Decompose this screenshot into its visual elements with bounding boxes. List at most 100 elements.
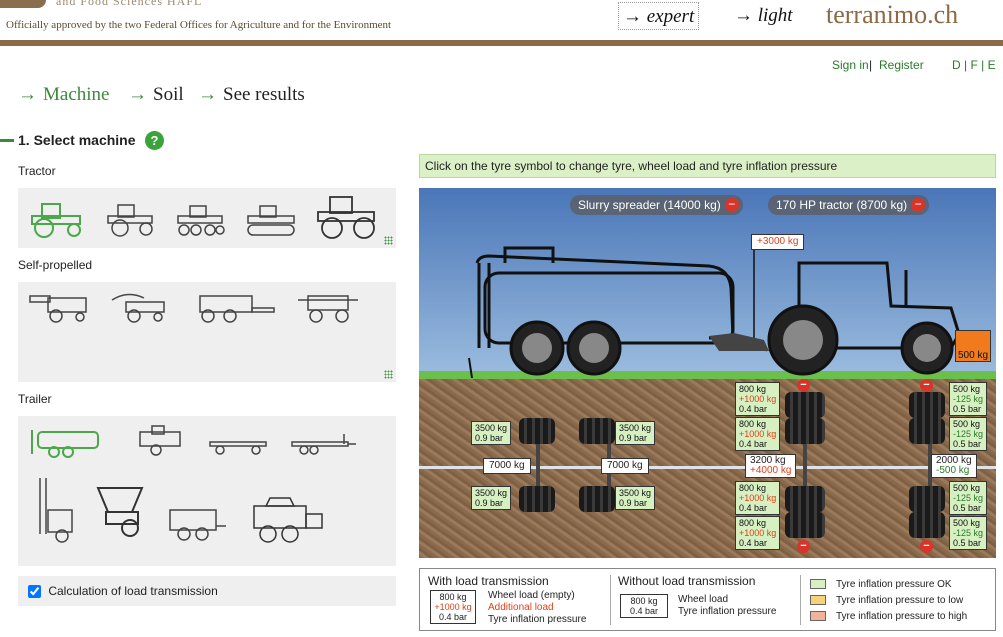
wheel-info-box[interactable]: 800 kg +1000 kg 0.4 bar: [735, 417, 781, 451]
ballast-weight[interactable]: 500 kg: [955, 330, 991, 362]
legend-example-with: 800 kg +1000 kg 0.4 bar: [430, 590, 476, 624]
wheel-info-box[interactable]: 800 kg +1000 kg 0.4 bar: [735, 382, 781, 416]
wheel-info-box[interactable]: 3500 kg 0.9 bar: [471, 421, 512, 445]
category-tractor-label: Tractor: [18, 164, 56, 178]
logo: [0, 0, 46, 8]
approval-note: Officially approved by the two Federal O…: [6, 19, 392, 31]
wheel-info-box[interactable]: 500 kg -125 kg 0.5 bar: [949, 481, 988, 515]
tractor-option-5[interactable]: [314, 194, 380, 240]
remove-tyre-icon[interactable]: −: [797, 540, 810, 553]
tractor-option-3[interactable]: [174, 204, 228, 238]
wheel-info-box[interactable]: 500 kg -125 kg 0.5 bar: [949, 382, 988, 416]
forklift-trailer-option[interactable]: [28, 474, 78, 544]
tipper-trailer-option[interactable]: [164, 504, 230, 544]
calc-load-transmission-checkbox[interactable]: [28, 585, 41, 599]
legend-without-text: Wheel load Tyre inflation pressure: [678, 594, 777, 617]
slurry-tanker-option[interactable]: [28, 426, 108, 460]
legend-high-text: Tyre inflation pressure to high: [836, 611, 968, 622]
beet-harvester-option[interactable]: [194, 290, 278, 324]
tractor-panel: [18, 188, 396, 248]
language-switcher[interactable]: D | F | E: [952, 58, 996, 72]
mode-light-link[interactable]: → light: [730, 2, 797, 30]
tractor-option-2[interactable]: [104, 202, 158, 238]
machine-label-tractor[interactable]: 170 HP tractor (8700 kg) −: [768, 195, 930, 215]
register-link[interactable]: Register: [879, 58, 924, 72]
arrow-right-icon: →: [128, 84, 147, 105]
brand-logo-text: terranimo.ch: [826, 0, 959, 29]
legend-with-title: With load transmission: [428, 574, 549, 588]
legend-low-text: Tyre inflation pressure to low: [836, 595, 964, 606]
instruction-banner: Click on the tyre symbol to change tyre,…: [419, 154, 996, 178]
category-trailer-label: Trailer: [18, 392, 52, 406]
remove-machine-icon[interactable]: −: [911, 198, 926, 212]
axle-load-box: 7000 kg: [601, 458, 649, 474]
self-propelled-panel: [18, 282, 396, 382]
wheel-info-box[interactable]: 3500 kg 0.9 bar: [471, 486, 512, 510]
legend-swatch-ok: [810, 579, 826, 589]
hopper-trailer-option[interactable]: [92, 480, 150, 540]
remove-machine-icon[interactable]: −: [724, 198, 739, 212]
nav-machine[interactable]: → Machine: [18, 84, 109, 106]
tyre-icon[interactable]: [909, 392, 945, 418]
signin-link[interactable]: Sign in: [832, 58, 869, 72]
tyre-icon[interactable]: [785, 418, 825, 444]
legend-ok-text: Tyre inflation pressure OK: [836, 579, 952, 590]
legend-example-without: 800 kg 0.4 bar: [620, 594, 668, 618]
legend-swatch-low: [810, 595, 826, 605]
section-marker: [0, 139, 14, 142]
forage-harvester-option[interactable]: [108, 290, 174, 324]
remove-tyre-icon[interactable]: −: [920, 379, 933, 392]
resize-grip-icon[interactable]: [384, 370, 393, 379]
machine-label-slurry-spreader[interactable]: Slurry spreader (14000 kg) −: [570, 195, 743, 215]
tractor-option-1[interactable]: [26, 200, 88, 238]
tyre-icon[interactable]: [579, 486, 615, 512]
tyre-icon[interactable]: [785, 392, 825, 418]
tyre-icon[interactable]: [519, 486, 555, 512]
legend-without-title: Without load transmission: [618, 574, 756, 588]
header-divider: [0, 40, 1003, 46]
wheel-info-box[interactable]: 800 kg +1000 kg 0.4 bar: [735, 516, 781, 550]
tyre-icon[interactable]: [909, 418, 945, 444]
long-trailer-option[interactable]: [288, 428, 358, 458]
axle-load-box: 3200 kg +4000 kg: [745, 454, 797, 478]
tyre-icon[interactable]: [579, 418, 615, 444]
machine-drawing: [468, 246, 961, 378]
wheel-info-box[interactable]: 500 kg -125 kg 0.5 bar: [949, 516, 988, 550]
tyre-icon[interactable]: [519, 418, 555, 444]
remove-tyre-icon[interactable]: −: [797, 379, 810, 392]
nav-soil[interactable]: → Soil: [128, 84, 184, 106]
wheel-info-box[interactable]: 500 kg -125 kg 0.5 bar: [949, 417, 988, 451]
legend-with-text: Wheel load (empty) Additional load Tyre in…: [488, 590, 587, 625]
arrow-right-icon: →: [18, 84, 37, 105]
help-icon[interactable]: ?: [145, 131, 164, 150]
tractor-option-4[interactable]: [244, 204, 300, 238]
resize-grip-icon[interactable]: [384, 236, 393, 245]
wheel-info-box[interactable]: 3500 kg 0.9 bar: [615, 421, 656, 445]
nav-results-label: See results: [223, 84, 305, 105]
sprayer-option[interactable]: [296, 290, 362, 324]
manure-spreader-option[interactable]: [246, 496, 326, 546]
header: and Food Sciences HAFL Officially approv…: [0, 0, 1003, 40]
wheel-info-box[interactable]: 3500 kg 0.9 bar: [615, 486, 656, 510]
hitch-load-box: +3000 kg: [751, 234, 805, 250]
tyre-icon[interactable]: [785, 486, 825, 512]
legend-swatch-high: [810, 611, 826, 621]
tyre-icon[interactable]: [909, 512, 945, 538]
nav-machine-label: Machine: [43, 84, 110, 105]
calc-load-transmission-row[interactable]: Calculation of load transmission: [18, 576, 396, 606]
calc-load-transmission-label: Calculation of load transmission: [48, 584, 218, 598]
combine-harvester-option[interactable]: [28, 290, 94, 324]
mode-expert-link[interactable]: → expert: [618, 2, 700, 30]
section-title: 1. Select machine: [18, 132, 136, 148]
wheel-info-box[interactable]: 800 kg +1000 kg 0.4 bar: [735, 481, 781, 515]
baler-wagon-option[interactable]: [126, 424, 192, 458]
tyre-icon[interactable]: [785, 512, 825, 538]
remove-tyre-icon[interactable]: −: [920, 540, 933, 553]
axle-load-box: 7000 kg: [483, 458, 531, 474]
nav-results[interactable]: → See results: [198, 84, 305, 106]
nav-soil-label: Soil: [153, 84, 184, 105]
flatbed-trailer-option[interactable]: [206, 428, 272, 458]
legend: With load transmission Without load tran…: [419, 568, 996, 631]
tyre-icon[interactable]: [909, 486, 945, 512]
machine-scene: Slurry spreader (14000 kg) − 170 HP tract…: [419, 188, 996, 558]
